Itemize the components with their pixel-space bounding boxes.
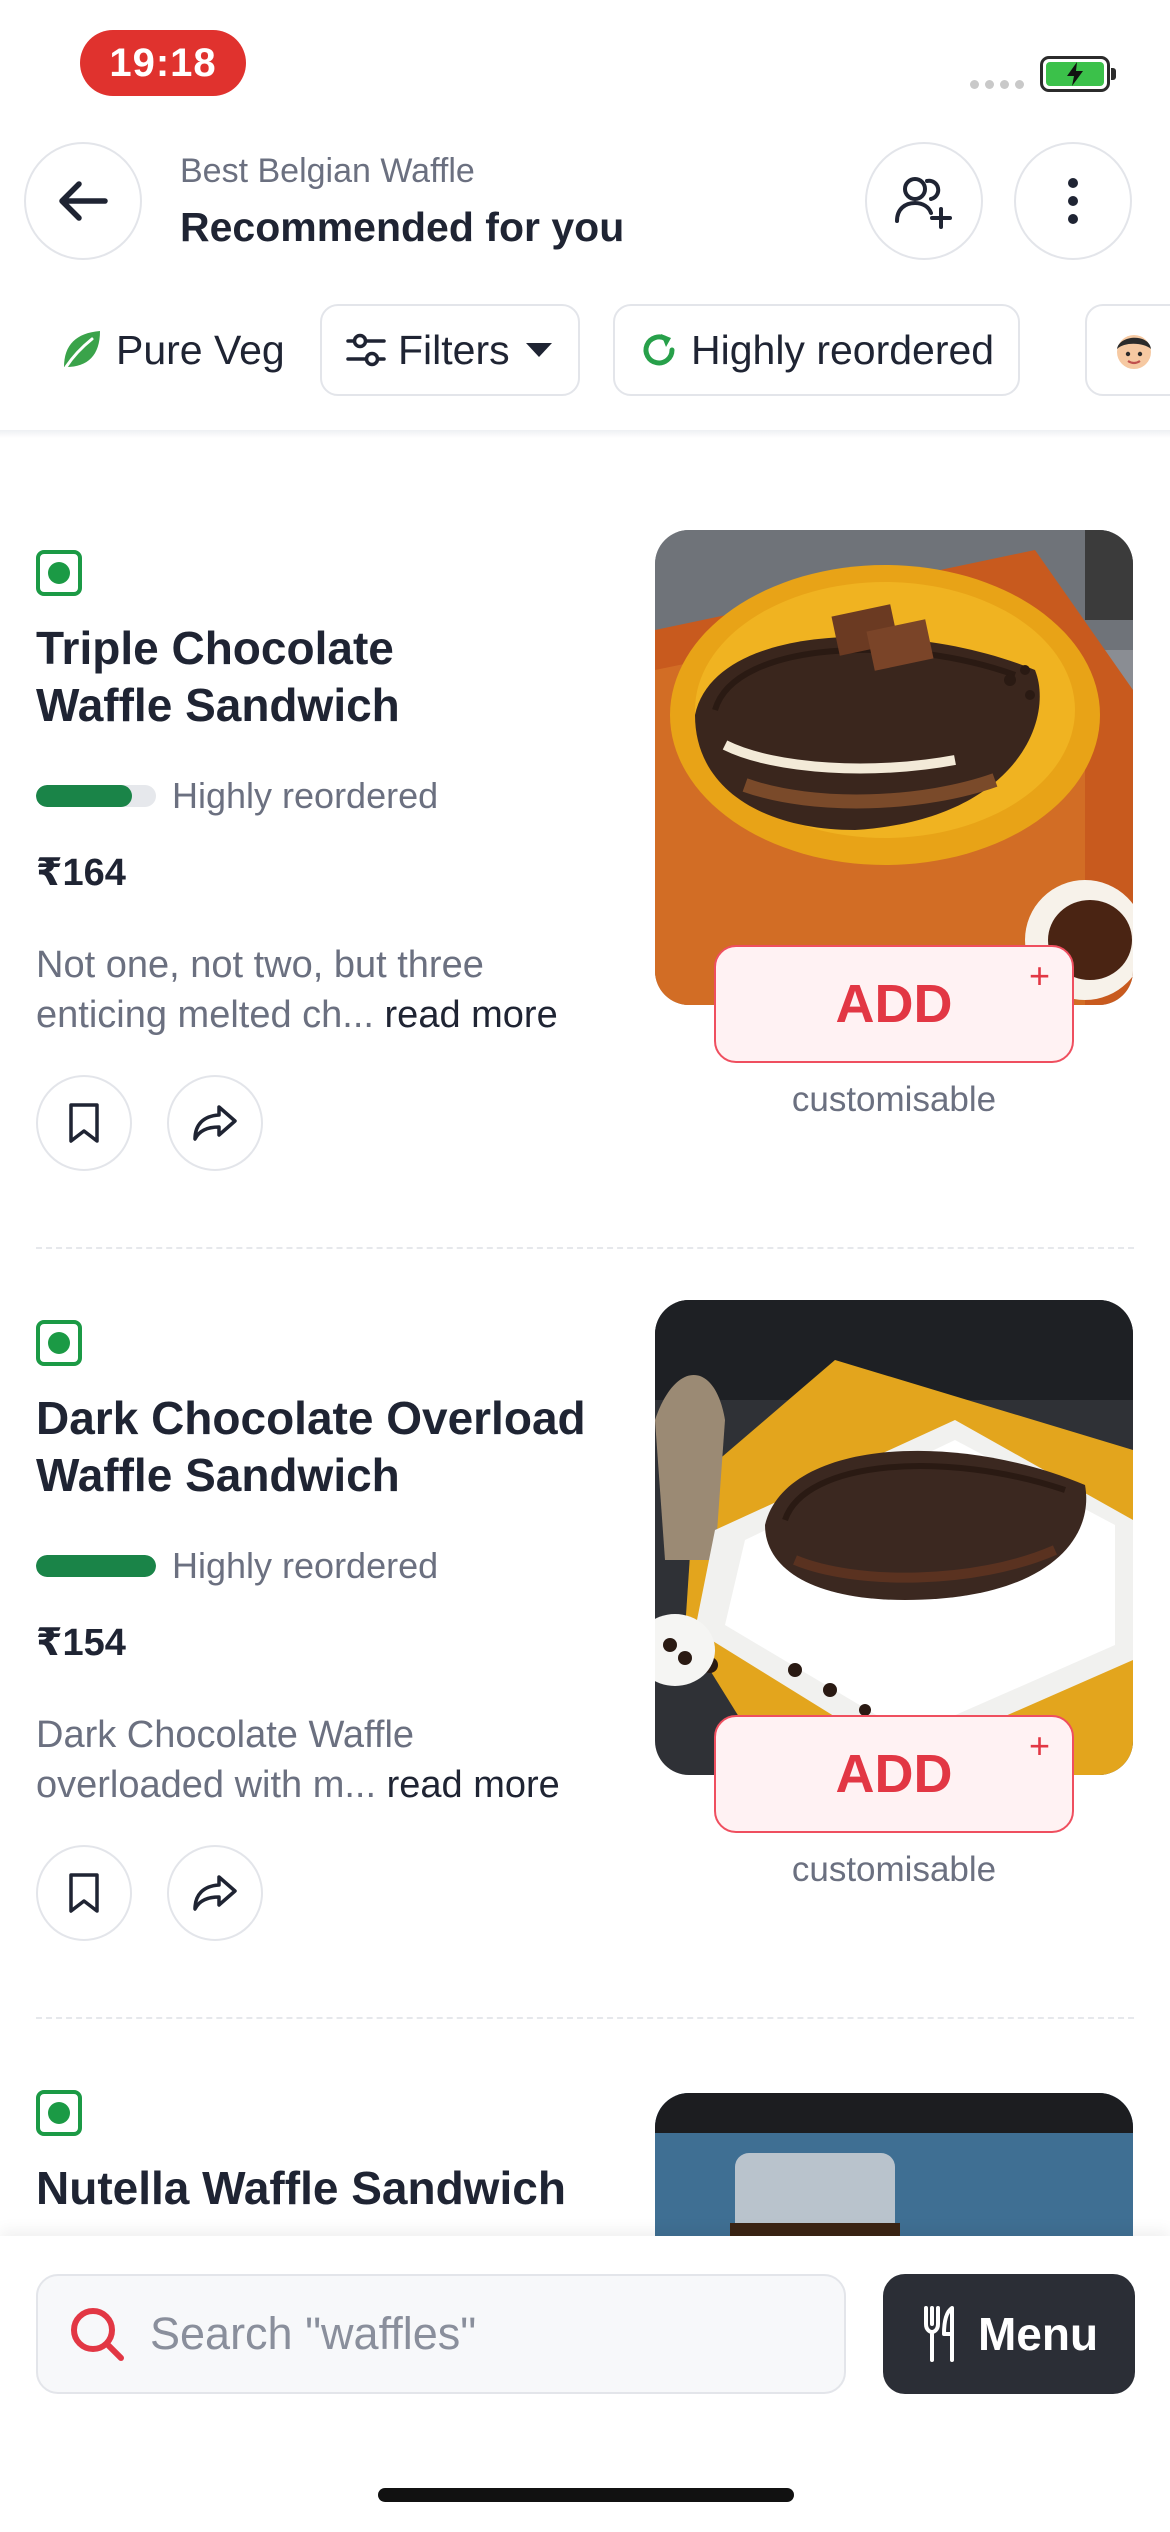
share-button[interactable]: [167, 1075, 263, 1171]
header-shadow: [0, 430, 1170, 438]
search-icon: [71, 2308, 124, 2361]
item-name: Triple Chocolate Waffle Sandwich: [36, 620, 636, 734]
plus-icon: +: [1028, 1725, 1050, 1766]
divider: [36, 1247, 1134, 1249]
item-photo[interactable]: [655, 2093, 1133, 2236]
restaurant-name: Best Belgian Waffle: [180, 152, 475, 190]
reorder-bar: [36, 1555, 156, 1577]
child-face-icon: [1117, 335, 1151, 369]
reorder-bar-fill: [36, 785, 132, 807]
reorder-indicator: Highly reordered: [36, 775, 438, 817]
page-title: Recommended for you: [180, 204, 625, 250]
item-name-line: Triple Chocolate: [36, 622, 394, 674]
share-button[interactable]: [167, 1845, 263, 1941]
item-description: Not one, not two, but three enticing mel…: [36, 940, 636, 1040]
nutella-photo: [655, 2093, 1133, 2236]
description-line: overloaded with m... read more: [36, 1760, 636, 1810]
item-name: Dark Chocolate Overload Waffle Sandwich: [36, 1390, 636, 1504]
group-order-button[interactable]: [865, 142, 983, 260]
chip-filters[interactable]: Filters: [320, 304, 580, 396]
status-bar: 19:18: [0, 0, 1170, 120]
description-line: enticing melted ch... read more: [36, 990, 636, 1040]
chip-label: Filters: [398, 326, 510, 373]
filter-chips: Pure Veg Filters Highly reordered: [0, 300, 1170, 400]
add-label: ADD: [835, 1744, 953, 1804]
item-price: ₹164: [36, 852, 126, 894]
bottom-bar: Search "waffles" Menu: [0, 2236, 1170, 2532]
item-photo[interactable]: [655, 1300, 1133, 1775]
customisable-label: customisable: [791, 1850, 997, 1889]
waffle-photo: [655, 530, 1133, 1005]
page-header: Best Belgian Waffle Recommended for you: [0, 140, 1170, 260]
add-button[interactable]: ADD +: [714, 1715, 1074, 1833]
arrow-left-icon: [59, 181, 108, 221]
search-placeholder: Search "waffles": [150, 2308, 477, 2359]
reorder-label: Highly reordered: [172, 1545, 439, 1586]
status-time: 19:18: [80, 30, 246, 96]
veg-indicator-icon: [36, 1320, 82, 1366]
menu-item: Triple Chocolate Waffle Sandwich Highly …: [0, 530, 1170, 1320]
reorder-bar: [36, 785, 156, 807]
item-photo[interactable]: [655, 530, 1133, 1005]
divider: [36, 2017, 1134, 2019]
item-name-line: Nutella Waffle Sandwich: [36, 2162, 566, 2214]
chip-highly-reordered[interactable]: Highly reordered: [613, 304, 1021, 396]
add-button[interactable]: ADD +: [714, 945, 1074, 1063]
more-options-button[interactable]: [1014, 142, 1132, 260]
chip-pure-veg[interactable]: Pure Veg: [30, 304, 309, 396]
bookmark-button[interactable]: [36, 1075, 132, 1171]
bookmark-icon: [69, 1873, 99, 1913]
customisable-label: customisable: [791, 1080, 997, 1119]
menu-label: Menu: [977, 2308, 1099, 2360]
fork-knife-icon: [923, 2306, 954, 2362]
chevron-down-icon: [525, 343, 552, 357]
veg-indicator-icon: [36, 550, 82, 596]
read-more-link[interactable]: read more: [385, 994, 558, 1036]
bookmark-button[interactable]: [36, 1845, 132, 1941]
item-name-line: Waffle Sandwich: [36, 1449, 400, 1501]
description-line: Not one, not two, but three: [36, 944, 484, 986]
share-arrow-icon: [193, 1105, 237, 1141]
menu-item: Nutella Waffle Sandwich: [0, 2090, 1170, 2236]
leaf-icon: [64, 331, 100, 369]
read-more-link[interactable]: read more: [387, 1764, 560, 1806]
description-line: Dark Chocolate Waffle: [36, 1714, 415, 1756]
sliders-icon: [346, 333, 386, 367]
description-text: enticing melted ch...: [36, 994, 374, 1036]
search-input[interactable]: Search "waffles": [36, 2274, 846, 2394]
back-button[interactable]: [24, 142, 142, 260]
menu-item: Dark Chocolate Overload Waffle Sandwich …: [0, 1300, 1170, 2090]
item-name-line: Dark Chocolate Overload: [36, 1392, 586, 1444]
more-vertical-icon: [1068, 178, 1078, 224]
bookmark-icon: [69, 1103, 99, 1143]
waffle-photo: [655, 1300, 1133, 1775]
add-label: ADD: [835, 974, 953, 1034]
chip-label: Pure Veg: [116, 326, 285, 373]
item-price: ₹154: [36, 1622, 126, 1664]
chip-label: Highly reordered: [691, 326, 995, 373]
add-people-icon: [895, 177, 952, 229]
reorder-bar-fill: [36, 1555, 156, 1577]
reorder-indicator: Highly reordered: [36, 1545, 438, 1587]
plus-icon: +: [1028, 955, 1050, 996]
item-name-line: Waffle Sandwich: [36, 679, 400, 731]
share-arrow-icon: [193, 1875, 237, 1911]
refresh-icon: [643, 334, 675, 366]
reorder-label: Highly reordered: [172, 775, 439, 816]
veg-indicator-icon: [36, 2090, 82, 2136]
description-text: overloaded with m...: [36, 1764, 377, 1806]
home-indicator: [378, 2488, 794, 2502]
item-name: Nutella Waffle Sandwich: [36, 2160, 636, 2217]
battery-icon: [1040, 56, 1116, 92]
menu-button[interactable]: Menu: [883, 2274, 1135, 2394]
chip-kids[interactable]: [1085, 304, 1170, 396]
item-description: Dark Chocolate Waffle overloaded with m.…: [36, 1710, 636, 1810]
signal-icon: [970, 80, 1024, 89]
